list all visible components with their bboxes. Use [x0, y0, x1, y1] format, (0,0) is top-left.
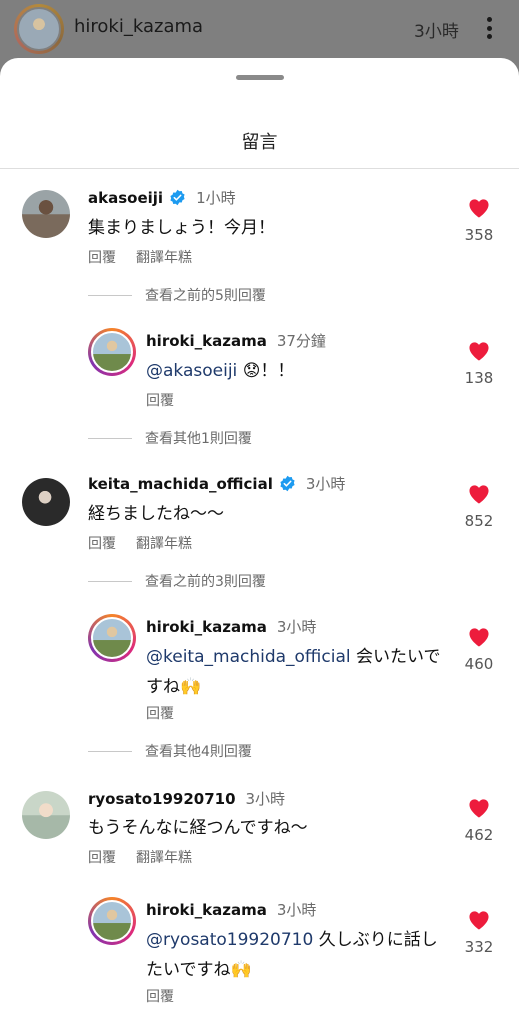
comment-text: @ryosato19920710 久しぶりに話し たいですね🙌: [146, 925, 446, 985]
comment-text: @akasoeiji 😟！！: [146, 356, 294, 386]
comment-text: @keita_machida_official 会いたいで すね🙌: [146, 642, 446, 702]
comment-text: 集まりましょう！今月！: [88, 218, 275, 238]
comment-text: 経ちましたね〜〜: [88, 504, 224, 524]
comment-text-body: すね🙌: [146, 677, 202, 697]
comment-time: 37分鐘: [276, 332, 326, 350]
comment-text-body: 😟！！: [242, 361, 295, 381]
reply-button[interactable]: 回覆: [146, 703, 174, 723]
comment-time: 3小時: [276, 901, 317, 919]
sheet-drag-handle[interactable]: [236, 75, 284, 80]
heart-filled-icon: [469, 342, 489, 361]
view-replies-label: 查看其他1則回覆: [145, 431, 252, 447]
comment-text: もうそんなに経つんですね〜: [88, 818, 308, 838]
like-button[interactable]: 460: [460, 627, 498, 673]
avatar[interactable]: [88, 614, 136, 662]
verified-badge-icon: [170, 189, 185, 206]
view-replies-label: 查看其他4則回覆: [145, 744, 252, 760]
comment-username[interactable]: keita_machida_official: [88, 475, 273, 493]
like-count: 852: [464, 512, 494, 530]
comment-meta: hiroki_kazama 37分鐘: [146, 330, 326, 351]
avatar[interactable]: [22, 190, 70, 238]
like-count: 332: [464, 938, 494, 956]
reply-button[interactable]: 回覆: [88, 847, 116, 867]
mention-link[interactable]: @keita_machida_official: [146, 647, 351, 667]
post-header: hiroki_kazama 3小時: [0, 0, 519, 58]
heart-filled-icon: [469, 485, 489, 504]
reply-button[interactable]: 回覆: [88, 533, 116, 553]
heart-filled-icon: [469, 628, 489, 647]
comment-meta: hiroki_kazama 3小時: [146, 616, 316, 637]
avatar[interactable]: [22, 791, 70, 839]
comment-username[interactable]: akasoeiji: [88, 189, 163, 207]
comment-username[interactable]: hiroki_kazama: [146, 332, 267, 350]
comment-meta: keita_machida_official 3小時: [88, 473, 345, 494]
like-button[interactable]: 358: [460, 198, 498, 244]
avatar[interactable]: [88, 897, 136, 945]
comment-username[interactable]: hiroki_kazama: [146, 618, 267, 636]
post-author-avatar[interactable]: [14, 4, 64, 54]
mention-link[interactable]: @ryosato19920710: [146, 930, 313, 950]
translate-button[interactable]: 翻譯年糕: [136, 533, 192, 553]
like-button[interactable]: 138: [460, 341, 498, 387]
like-button[interactable]: 462: [460, 798, 498, 844]
mention-link[interactable]: @akasoeiji: [146, 361, 237, 381]
post-author-username[interactable]: hiroki_kazama: [74, 16, 203, 37]
comment-text-body: 久しぶりに話し: [313, 930, 438, 950]
like-count: 460: [464, 655, 494, 673]
reply-button[interactable]: 回覆: [146, 986, 174, 1006]
reply-button[interactable]: 回覆: [88, 247, 116, 267]
comment-time: 3小時: [276, 618, 317, 636]
comments-sheet: 留言 akasoeiji 1小時 集まりましょう！今月！ 回覆 翻譯年糕 358…: [0, 58, 519, 1024]
view-replies-toggle[interactable]: 查看之前的3則回覆: [88, 571, 266, 591]
sheet-title: 留言: [241, 132, 278, 153]
heart-filled-icon: [469, 911, 489, 930]
like-button[interactable]: 332: [460, 910, 498, 956]
comment-time: 3小時: [245, 790, 286, 808]
view-replies-toggle[interactable]: 查看其他4則回覆: [88, 741, 252, 761]
like-count: 462: [464, 826, 494, 844]
more-vertical-icon[interactable]: [480, 15, 498, 41]
like-count: 358: [464, 226, 494, 244]
view-replies-label: 查看之前的3則回覆: [145, 574, 266, 590]
translate-button[interactable]: 翻譯年糕: [136, 247, 192, 267]
reply-button[interactable]: 回覆: [146, 390, 174, 410]
verified-badge-icon: [280, 475, 295, 492]
comment-meta: akasoeiji 1小時: [88, 187, 236, 208]
view-replies-toggle[interactable]: 查看之前的5則回覆: [88, 285, 266, 305]
comment-username[interactable]: hiroki_kazama: [146, 901, 267, 919]
avatar[interactable]: [88, 328, 136, 376]
comment-time: 3小時: [305, 475, 346, 493]
like-count: 138: [464, 369, 494, 387]
comment-meta: ryosato19920710 3小時: [88, 788, 285, 809]
divider: [0, 168, 519, 169]
comment-username[interactable]: ryosato19920710: [88, 790, 236, 808]
comment-time: 1小時: [196, 189, 236, 207]
post-time: 3小時: [414, 22, 459, 42]
comment-meta: hiroki_kazama 3小時: [146, 899, 316, 920]
avatar[interactable]: [22, 478, 70, 526]
translate-button[interactable]: 翻譯年糕: [136, 847, 192, 867]
comment-text-body: たいですね🙌: [146, 960, 252, 980]
view-replies-toggle[interactable]: 查看其他1則回覆: [88, 428, 252, 448]
like-button[interactable]: 852: [460, 484, 498, 530]
comment-text-body: 会いたいで: [350, 647, 441, 667]
heart-filled-icon: [469, 199, 489, 218]
view-replies-label: 查看之前的5則回覆: [145, 288, 266, 304]
heart-filled-icon: [469, 799, 489, 818]
